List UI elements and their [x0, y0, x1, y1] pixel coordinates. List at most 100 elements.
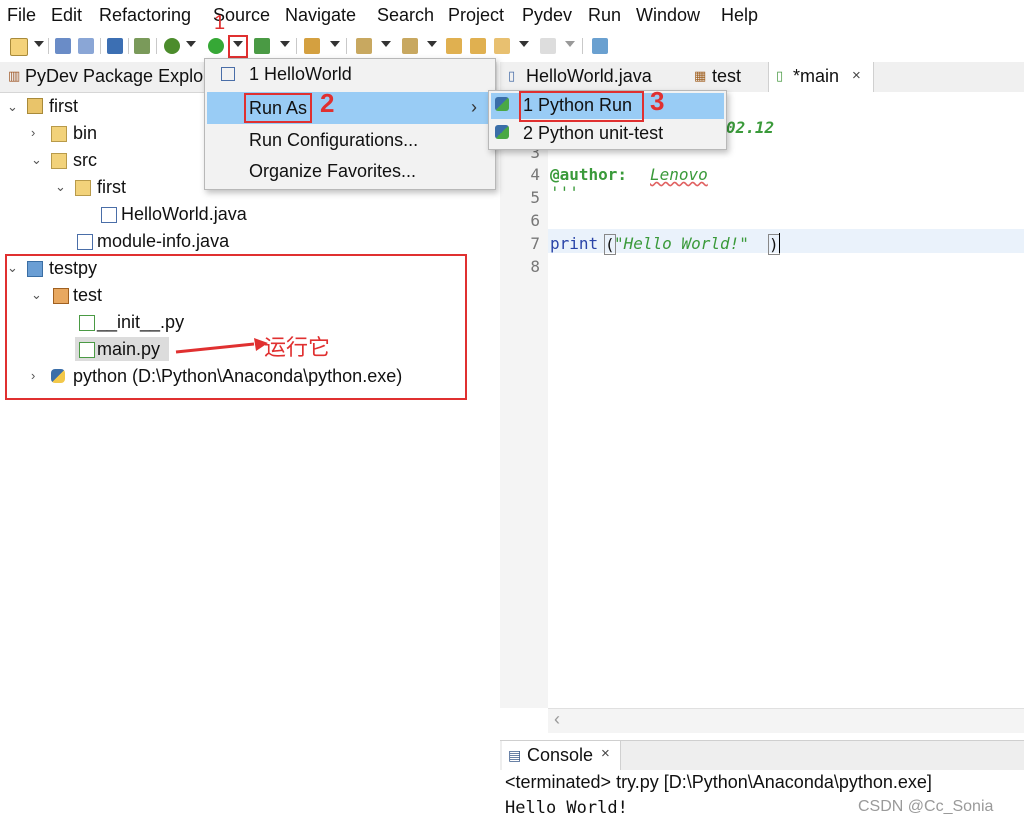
tree-item-bin[interactable]: bin	[73, 120, 97, 146]
package-icon[interactable]	[134, 38, 150, 54]
tab-console-label[interactable]: Console	[527, 745, 593, 766]
code-author-value: Lenovo	[650, 165, 708, 184]
line-number: 8	[530, 257, 540, 276]
menu-pydev[interactable]: Pydev	[522, 5, 572, 26]
chevron-down-icon[interactable]	[427, 41, 437, 47]
menu-project[interactable]: Project	[448, 5, 504, 26]
java-file-icon	[101, 207, 117, 223]
line-number: 7	[530, 234, 540, 253]
annotation-run-it: 运行它	[264, 336, 331, 361]
code-author-tag: @author:	[550, 165, 628, 184]
java-file-icon: ▯	[508, 68, 516, 83]
open-perspective-icon[interactable]	[592, 38, 608, 54]
python-file-icon: ▯	[776, 68, 784, 83]
submenu-item-python-unittest[interactable]: 2 Python unit-test	[523, 119, 663, 147]
chevron-right-icon: ›	[471, 97, 477, 117]
debug-icon[interactable]	[164, 38, 180, 54]
menu-item-organize-favorites[interactable]: Organize Favorites...	[249, 156, 416, 186]
tab-main-label[interactable]: *main	[793, 66, 839, 87]
python-run-icon	[495, 97, 509, 111]
chevron-down-icon[interactable]	[381, 41, 391, 47]
menu-item-helloworld[interactable]: 1 HelloWorld	[249, 59, 352, 89]
menu-edit[interactable]: Edit	[51, 5, 82, 26]
close-icon[interactable]: ×	[601, 745, 610, 762]
forward-icon[interactable]	[540, 38, 556, 54]
annotation-box-run-dropdown	[228, 35, 248, 58]
editor-tab-bar: ▯ HelloWorld.java ▦ test ▯ *main ×	[500, 62, 1024, 93]
toolbar-separator	[128, 38, 129, 54]
last-edit-icon[interactable]	[446, 38, 462, 54]
code-print-keyword: print	[550, 234, 599, 253]
chevron-down-icon[interactable]: ⌄	[31, 152, 42, 168]
scroll-left-icon[interactable]: ‹	[554, 709, 560, 730]
menu-search[interactable]: Search	[377, 5, 434, 26]
tab-helloworld-java[interactable]: HelloWorld.java	[526, 66, 652, 87]
menu-bar: File Edit Refactoring Source Navigate Se…	[0, 0, 1024, 32]
terminal-icon[interactable]	[107, 38, 123, 54]
edit-location-icon[interactable]	[470, 38, 486, 54]
java-app-icon	[221, 67, 235, 81]
tab-test[interactable]: test	[712, 66, 741, 87]
annotation-arrow	[175, 338, 268, 354]
save-icon[interactable]	[55, 38, 71, 54]
save-all-icon[interactable]	[78, 38, 94, 54]
java-file-icon	[77, 234, 93, 250]
chevron-down-icon[interactable]	[186, 41, 196, 47]
new-icon[interactable]	[10, 38, 28, 56]
watermark: CSDN @Cc_Sonia	[858, 798, 994, 815]
tree-item-first[interactable]: first	[49, 93, 78, 119]
back-icon[interactable]	[494, 38, 510, 54]
code-paren-close: )	[768, 234, 780, 255]
tree-item-module-info[interactable]: module-info.java	[97, 228, 229, 254]
run-dropdown-menu: 1 HelloWorld Run As › Run Configurations…	[204, 58, 496, 190]
line-number: 5	[530, 188, 540, 207]
code-date-fragment: 02.12	[726, 118, 775, 137]
chevron-down-icon[interactable]	[280, 41, 290, 47]
project-icon	[27, 98, 43, 114]
text-cursor	[779, 233, 780, 253]
console-status: <terminated> try.py [D:\Python\Anaconda\…	[505, 772, 932, 792]
annotation-marker-1: 1	[214, 12, 226, 34]
next-annotation-icon[interactable]	[356, 38, 372, 54]
editor-gutter	[500, 92, 548, 708]
code-docstring-close: '''	[550, 183, 579, 202]
chevron-down-icon[interactable]	[519, 41, 529, 47]
annotation-marker-2: 2	[320, 88, 335, 118]
chevron-down-icon[interactable]	[565, 41, 575, 47]
run-icon[interactable]	[208, 38, 224, 54]
menu-file[interactable]: File	[7, 5, 36, 26]
horizontal-scrollbar[interactable]: ‹	[548, 708, 1024, 733]
toolbar-separator	[156, 38, 157, 54]
coverage-icon[interactable]	[254, 38, 270, 54]
menu-item-run-configurations[interactable]: Run Configurations...	[249, 125, 418, 155]
menu-help[interactable]: Help	[721, 5, 758, 26]
python-unittest-icon	[495, 125, 509, 139]
code-string-literal: "Hello World!"	[614, 234, 749, 253]
package-explorer-tab[interactable]: PyDev Package Explo	[25, 66, 203, 87]
tree-item-src[interactable]: src	[73, 147, 97, 173]
menu-navigate[interactable]: Navigate	[285, 5, 356, 26]
chevron-down-icon[interactable]: ⌄	[55, 179, 66, 195]
annotation-box-testpy	[5, 254, 467, 400]
close-icon[interactable]: ×	[852, 67, 861, 84]
previous-annotation-icon[interactable]	[402, 38, 418, 54]
toolbar-separator	[296, 38, 297, 54]
package-explorer-icon: ▥	[8, 68, 21, 83]
toolbar	[0, 32, 1024, 60]
console-tab-bar: ▤ Console ×	[500, 740, 1024, 771]
chevron-down-icon[interactable]	[34, 41, 44, 47]
tree-item-helloworld-java[interactable]: HelloWorld.java	[121, 201, 247, 227]
menu-window[interactable]: Window	[636, 5, 700, 26]
chevron-down-icon[interactable]	[330, 41, 340, 47]
toolbar-separator	[100, 38, 101, 54]
tree-item-first-package[interactable]: first	[97, 174, 126, 200]
menu-run[interactable]: Run	[588, 5, 621, 26]
chevron-down-icon[interactable]: ⌄	[7, 99, 18, 115]
toolbar-separator	[346, 38, 347, 54]
chevron-right-icon[interactable]: ›	[31, 125, 35, 140]
folder-icon	[75, 180, 91, 196]
external-tools-icon[interactable]	[304, 38, 320, 54]
folder-icon	[51, 126, 67, 142]
menu-refactoring[interactable]: Refactoring	[99, 5, 191, 26]
annotation-box-python-run	[519, 91, 644, 122]
